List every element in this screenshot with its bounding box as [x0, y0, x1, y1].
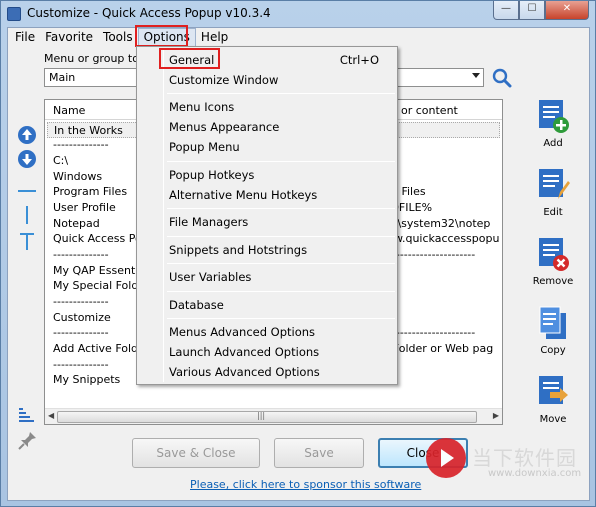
- menu-item-launch-advanced-options[interactable]: Launch Advanced Options: [169, 343, 319, 361]
- list-item[interactable]: My Special Folde: [53, 278, 145, 294]
- menu-tools[interactable]: Tools: [98, 28, 138, 48]
- menu-item-menu-icons[interactable]: Menu Icons: [169, 98, 234, 116]
- list-item[interactable]: Program Files: [53, 184, 127, 200]
- title-bar[interactable]: Customize - Quick Access Popup v10.3.4 —…: [1, 1, 595, 27]
- save-close-button[interactable]: Save & Close: [132, 438, 260, 468]
- menu-separator: [167, 236, 395, 237]
- menu-separator: [167, 291, 395, 292]
- edit-label: Edit: [543, 207, 563, 218]
- list-item[interactable]: Customize: [53, 310, 111, 326]
- menu-item-menus-advanced-options[interactable]: Menus Advanced Options: [169, 323, 315, 341]
- scrollbar-grip: |||: [257, 411, 266, 420]
- menu-item-alternative-menu-hotkeys[interactable]: Alternative Menu Hotkeys: [169, 186, 317, 204]
- menu-item-user-variables[interactable]: User Variables: [169, 268, 251, 286]
- watermark-logo: [426, 438, 466, 478]
- options-highlight-box: [135, 25, 188, 47]
- move-down-icon[interactable]: [16, 148, 38, 170]
- edit-favorite-icon: [539, 169, 570, 199]
- menu-item-various-advanced-options[interactable]: Various Advanced Options: [169, 363, 320, 381]
- add-favorite-icon: [539, 100, 569, 133]
- search-icon[interactable]: [492, 68, 512, 88]
- menu-item-database[interactable]: Database: [169, 296, 224, 314]
- move-favorite-icon: [539, 376, 568, 404]
- menu-group-label: Menu or group to: [44, 52, 139, 65]
- add-text-icon[interactable]: [16, 230, 38, 252]
- menu-group-value: Main: [49, 71, 76, 84]
- client-area: File Favorite Tools Options Help Menu or…: [7, 25, 590, 501]
- scrollbar-thumb[interactable]: [57, 411, 477, 423]
- app-icon: [7, 7, 21, 21]
- copy-favorite-icon: [539, 306, 566, 339]
- list-item[interactable]: My Snippets: [53, 372, 120, 388]
- list-item[interactable]: Windows: [53, 169, 102, 185]
- add-label: Add: [543, 138, 563, 149]
- copy-label: Copy: [540, 345, 566, 356]
- watermark-text: 当下软件园: [472, 446, 577, 470]
- scroll-left-icon[interactable]: ◀: [48, 411, 54, 420]
- column-header-name[interactable]: Name: [53, 104, 85, 117]
- move-button[interactable]: Move: [528, 374, 578, 425]
- menu-help[interactable]: Help: [196, 28, 233, 48]
- save-button[interactable]: Save: [274, 438, 364, 468]
- list-item[interactable]: Quick Access Po: [53, 231, 142, 247]
- close-window-button[interactable]: ✕: [545, 1, 589, 20]
- watermark-url: www.downxia.com: [488, 468, 582, 479]
- shortcut-general: Ctrl+O: [339, 53, 379, 67]
- list-item[interactable]: --------------: [53, 325, 109, 341]
- menu-item-file-managers[interactable]: File Managers: [169, 213, 248, 231]
- app-window: Customize - Quick Access Popup v10.3.4 —…: [0, 0, 596, 507]
- list-item[interactable]: --------------: [53, 247, 109, 263]
- remove-favorite-icon: [539, 238, 569, 271]
- sort-icon[interactable]: [16, 404, 38, 426]
- pin-icon[interactable]: [16, 430, 38, 452]
- options-dropdown-menu: General Ctrl+O Customize Window Menu Ico…: [136, 46, 398, 385]
- menu-separator: [167, 263, 395, 264]
- chevron-down-icon[interactable]: [472, 73, 480, 78]
- remove-label: Remove: [532, 276, 574, 287]
- menu-gutter: [163, 49, 164, 382]
- menu-item-customize-window[interactable]: Customize Window: [169, 71, 278, 89]
- list-item[interactable]: User Profile: [53, 200, 116, 216]
- list-item[interactable]: Notepad: [53, 216, 100, 232]
- move-up-icon[interactable]: [16, 124, 38, 146]
- menu-item-menus-appearance[interactable]: Menus Appearance: [169, 118, 279, 136]
- window-controls: — ☐ ✕: [493, 1, 589, 21]
- list-item[interactable]: My QAP Essenti: [53, 263, 138, 279]
- list-item[interactable]: C:\: [53, 153, 68, 169]
- maximize-button[interactable]: ☐: [519, 1, 545, 20]
- list-item[interactable]: --------------: [53, 137, 109, 153]
- general-highlight-box: [159, 48, 220, 69]
- add-button[interactable]: Add: [528, 98, 578, 149]
- horizontal-scrollbar[interactable]: ◀ ||| ▶: [45, 408, 502, 424]
- menu-separator: [167, 318, 395, 319]
- menu-item-snippets-hotstrings[interactable]: Snippets and Hotstrings: [169, 241, 307, 259]
- menu-item-popup-hotkeys[interactable]: Popup Hotkeys: [169, 166, 254, 184]
- add-separator-icon[interactable]: [16, 180, 38, 202]
- scroll-right-icon[interactable]: ▶: [493, 411, 499, 420]
- menu-bar: File Favorite Tools Options Help: [8, 28, 589, 48]
- remove-button[interactable]: Remove: [528, 236, 578, 287]
- menu-favorite[interactable]: Favorite: [40, 28, 98, 48]
- menu-separator: [167, 161, 395, 162]
- sponsor-link[interactable]: Please, click here to sponsor this softw…: [190, 478, 421, 491]
- menu-separator: [167, 93, 395, 94]
- edit-button[interactable]: Edit: [528, 167, 578, 218]
- menu-file[interactable]: File: [10, 28, 40, 48]
- add-column-break-icon[interactable]: [16, 204, 38, 226]
- list-item[interactable]: --------------: [53, 357, 109, 373]
- menu-separator: [167, 208, 395, 209]
- list-item[interactable]: --------------: [53, 294, 109, 310]
- list-item[interactable]: Add Active Folde: [53, 341, 145, 357]
- menu-item-popup-menu[interactable]: Popup Menu: [169, 138, 240, 156]
- window-title: Customize - Quick Access Popup v10.3.4: [27, 6, 271, 20]
- column-header-content[interactable]: or content: [401, 104, 458, 117]
- minimize-button[interactable]: —: [493, 1, 519, 20]
- copy-button[interactable]: Copy: [528, 305, 578, 356]
- move-label: Move: [539, 414, 567, 425]
